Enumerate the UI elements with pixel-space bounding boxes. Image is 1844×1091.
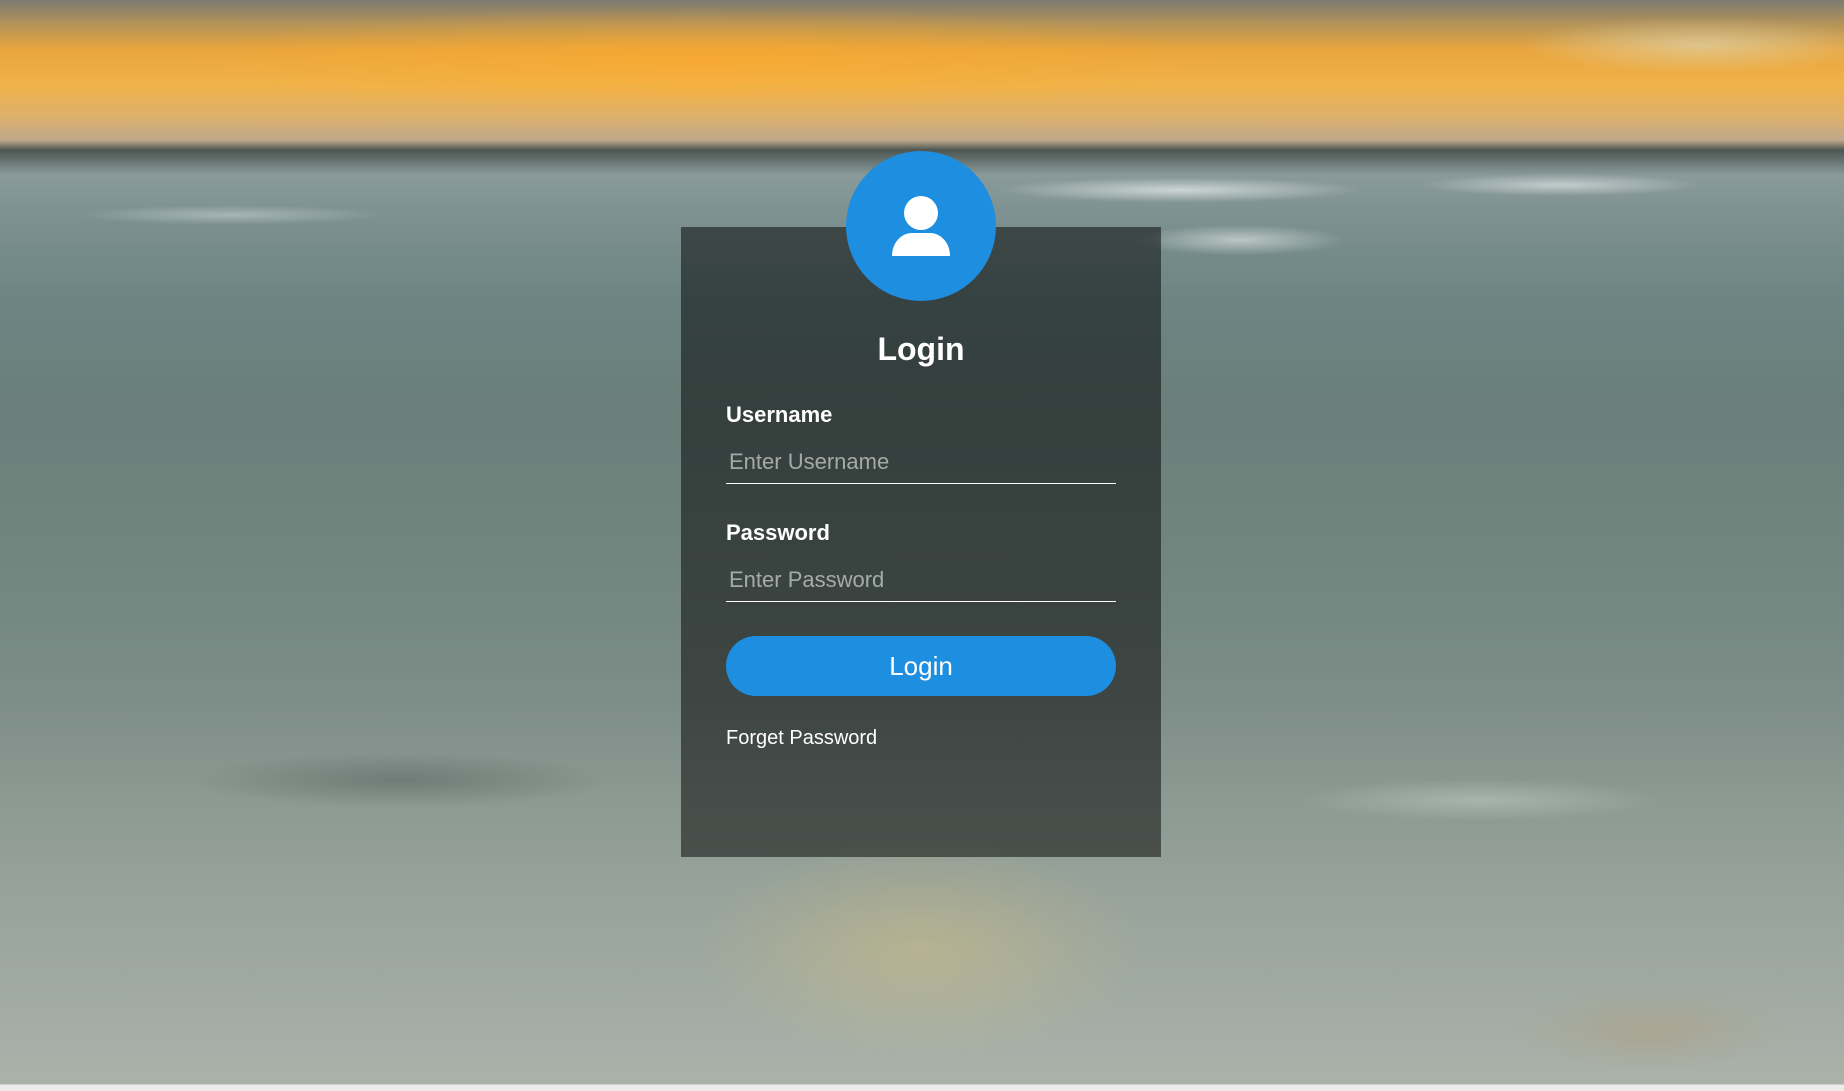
username-input[interactable] <box>726 440 1116 484</box>
login-form: Login Username Password Login Forget Pas… <box>681 227 1161 857</box>
login-button[interactable]: Login <box>726 636 1116 696</box>
login-title: Login <box>877 331 965 367</box>
password-label: Password <box>726 520 830 545</box>
user-icon <box>892 196 950 256</box>
password-input[interactable] <box>726 558 1116 602</box>
username-label: Username <box>726 402 833 427</box>
forget-password-link[interactable]: Forget Password <box>726 727 877 750</box>
avatar <box>846 151 996 301</box>
